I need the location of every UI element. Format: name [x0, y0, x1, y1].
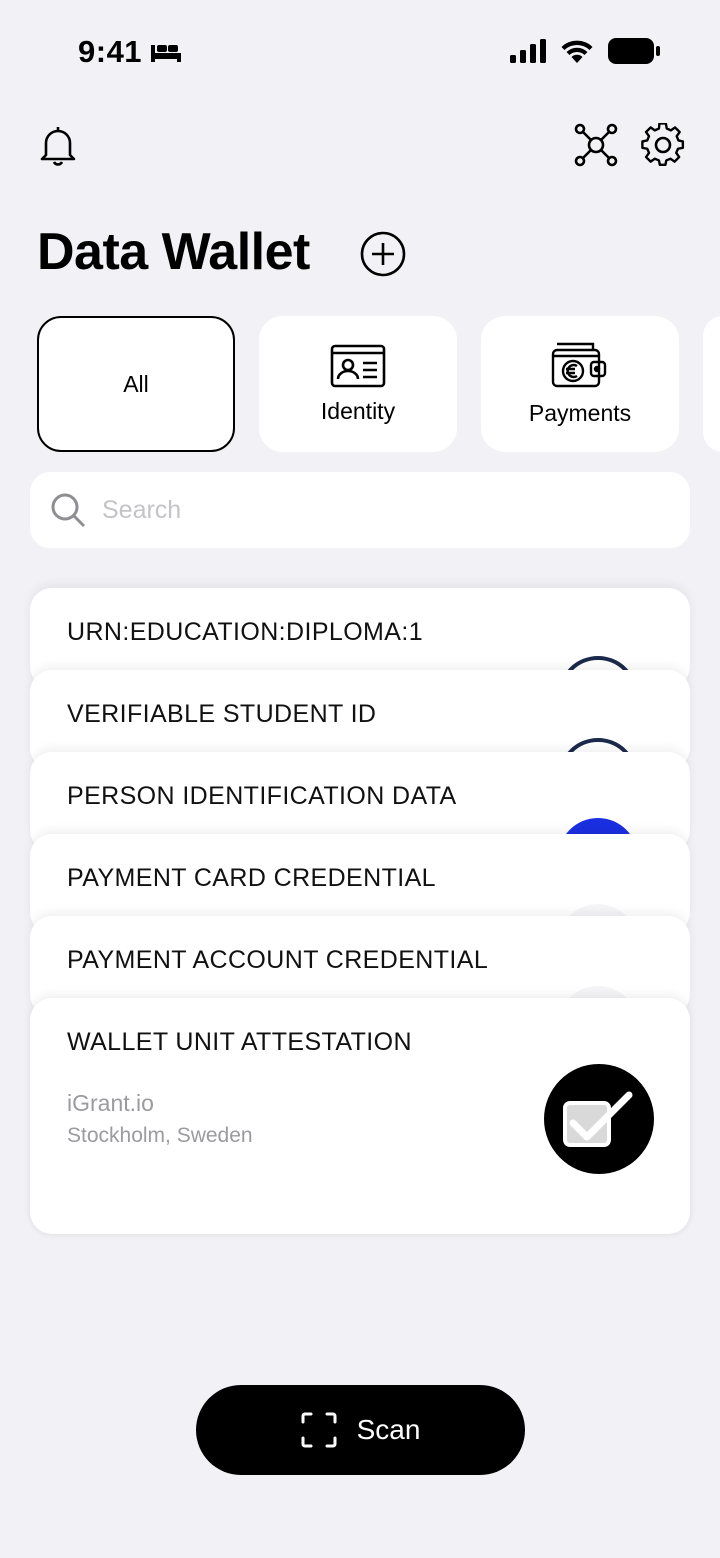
card-location: Stockholm, Sweden [67, 1124, 253, 1147]
checkbox-check-icon [563, 1091, 633, 1147]
status-indicators [510, 38, 660, 64]
bed-icon [151, 45, 182, 62]
category-label: Identity [320, 397, 396, 424]
euro-wallet-icon [551, 342, 607, 387]
category-label: All [123, 370, 149, 397]
search-icon [51, 493, 86, 528]
plus-circle-icon [360, 231, 406, 277]
card-title: WALLET UNIT ATTESTATION [67, 1028, 412, 1056]
category-all[interactable]: All [37, 316, 235, 452]
status-time: 9:41 [78, 34, 182, 70]
category-more[interactable] [703, 316, 720, 452]
category-payments[interactable]: Payments [481, 316, 679, 452]
card-title: PAYMENT ACCOUNT CREDENTIAL [67, 946, 489, 974]
search-bar[interactable] [30, 472, 690, 548]
connections-icon [574, 123, 618, 167]
wallet-screen: 9:41 Data Wallet All Identity Payments S… [0, 0, 720, 1558]
settings-button[interactable] [641, 123, 685, 167]
notifications-button[interactable] [38, 124, 78, 166]
connections-button[interactable] [574, 123, 618, 167]
card-title: PAYMENT CARD CREDENTIAL [67, 864, 436, 892]
search-input[interactable] [102, 495, 622, 525]
card-issuer: iGrant.io [67, 1090, 154, 1116]
card-title: VERIFIABLE STUDENT ID [67, 700, 377, 728]
id-card-icon [330, 344, 386, 387]
gear-icon [641, 123, 685, 167]
battery-icon [608, 38, 660, 64]
status-time-text: 9:41 [78, 34, 143, 69]
scan-label: Scan [356, 1414, 421, 1445]
wifi-icon [561, 40, 593, 63]
card-title: PERSON IDENTIFICATION DATA [67, 782, 457, 810]
scan-frame-icon [301, 1412, 337, 1448]
card-title: URN:EDUCATION:DIPLOMA:1 [67, 618, 424, 646]
category-identity[interactable]: Identity [259, 316, 457, 452]
category-label: Payments [528, 399, 632, 426]
scan-button[interactable]: Scan [196, 1385, 525, 1475]
bell-icon [40, 127, 76, 166]
issuer-logo [544, 1064, 654, 1174]
credential-card-wallet-attestation[interactable]: WALLET UNIT ATTESTATION iGrant.io Stockh… [30, 998, 690, 1234]
add-credential-button[interactable] [360, 231, 406, 277]
signal-icon [510, 39, 546, 63]
page-title: Data Wallet [37, 223, 310, 281]
